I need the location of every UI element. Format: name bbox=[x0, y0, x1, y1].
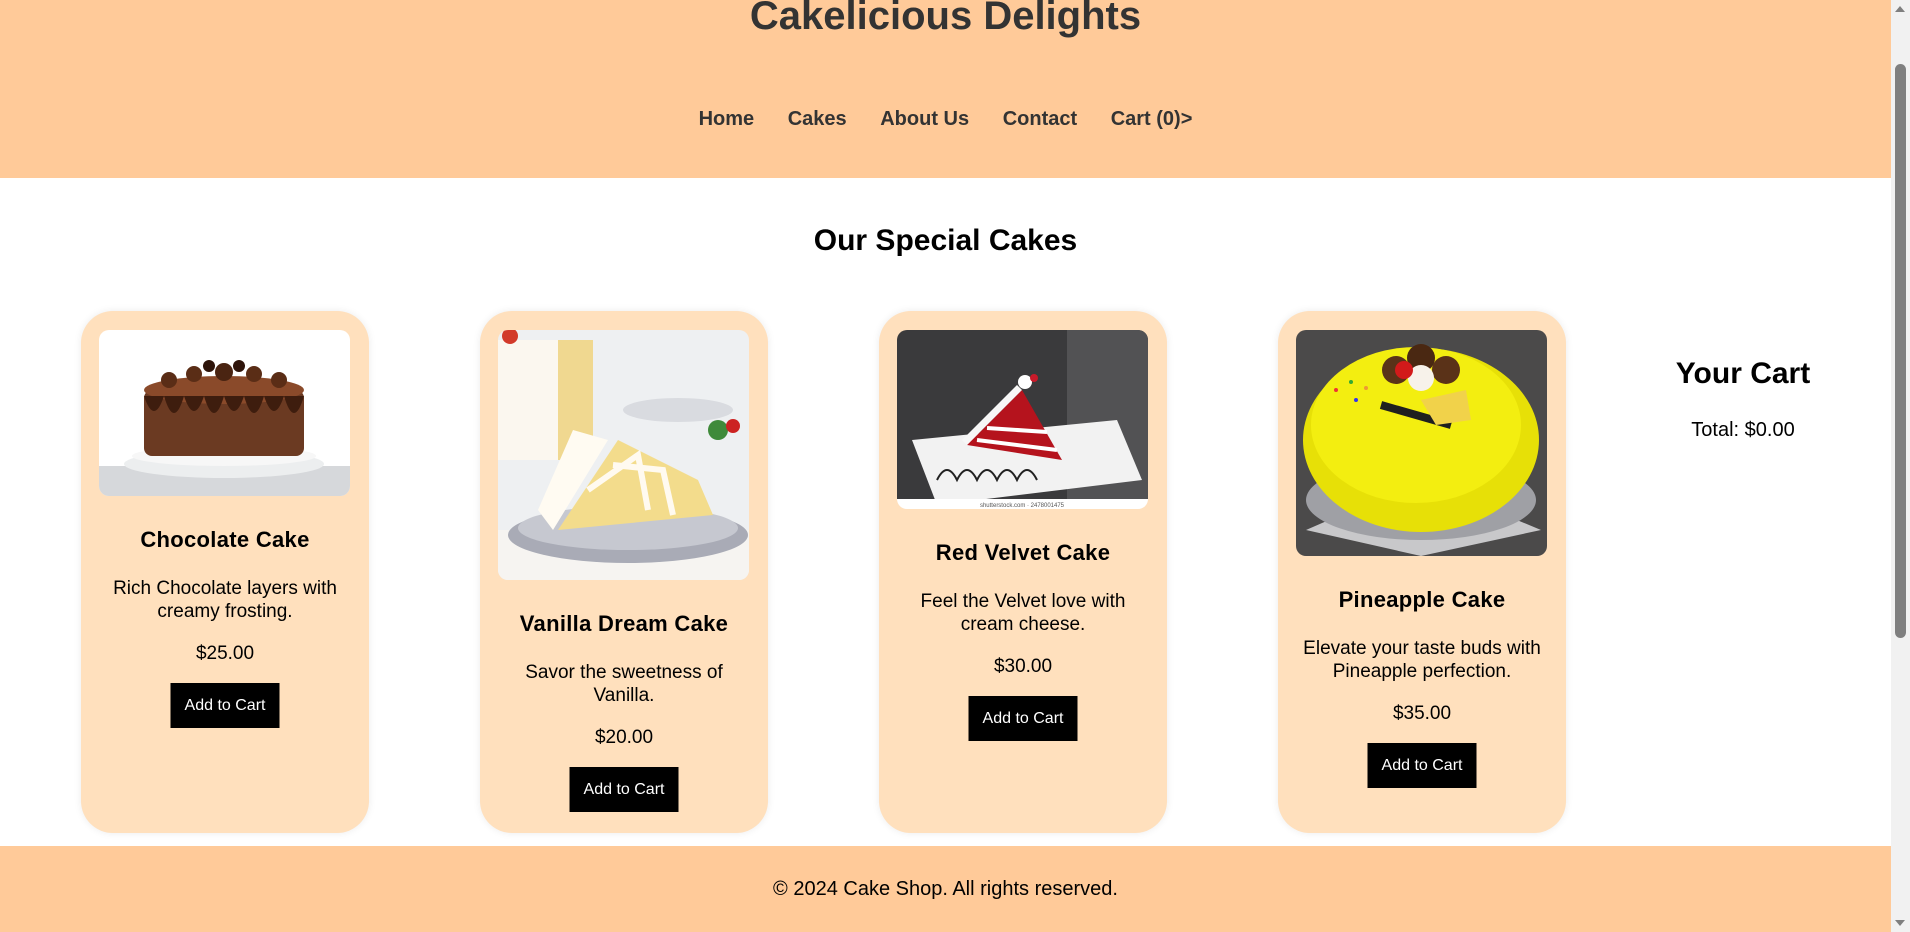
nav-home[interactable]: Home bbox=[699, 108, 755, 130]
site-header: Cakelicious Delights Home Cakes About Us… bbox=[0, 0, 1891, 178]
add-to-cart-button[interactable]: Add to Cart bbox=[1367, 743, 1477, 788]
vanilla-cake-image bbox=[498, 330, 749, 580]
cake-name: Chocolate Cake bbox=[140, 527, 310, 552]
chocolate-cake-image bbox=[99, 330, 350, 496]
add-to-cart-button[interactable]: Add to Cart bbox=[968, 696, 1078, 741]
cart-title: Your Cart bbox=[1675, 357, 1811, 390]
cake-price: $20.00 bbox=[594, 727, 654, 748]
nav-cakes[interactable]: Cakes bbox=[788, 108, 847, 130]
nav-cart[interactable]: Cart (0)> bbox=[1111, 108, 1193, 130]
cake-price: $30.00 bbox=[993, 656, 1053, 677]
cake-price: $25.00 bbox=[195, 643, 255, 664]
image-watermark-text: shutterstock.com · 2478001475 bbox=[980, 503, 1065, 509]
cake-price: $35.00 bbox=[1392, 703, 1452, 724]
pineapple-cake-image bbox=[1296, 330, 1547, 556]
nav-about-us[interactable]: About Us bbox=[880, 108, 969, 130]
cake-name: Red Velvet Cake bbox=[935, 540, 1111, 565]
cake-description: Rich Chocolate layers with creamy frosti… bbox=[113, 578, 337, 622]
cake-name: Pineapple Cake bbox=[1338, 587, 1506, 612]
cake-name: Vanilla Dream Cake bbox=[519, 611, 729, 636]
main-nav: Home Cakes About Us Contact Cart (0)> bbox=[0, 108, 1891, 131]
cake-description: Feel the Velvet love with cream cheese. bbox=[920, 591, 1126, 635]
cake-card-pineapple: Pineapple Cake Elevate your taste buds w… bbox=[1278, 311, 1566, 833]
cart-total: Total: $0.00 bbox=[1691, 419, 1795, 441]
cake-card-chocolate: Chocolate Cake Rich Chocolate layers wit… bbox=[81, 311, 369, 833]
cake-card-red-velvet: shutterstock.com · 2478001475 Red Velvet… bbox=[879, 311, 1167, 833]
scroll-thumb[interactable] bbox=[1895, 64, 1906, 638]
nav-contact[interactable]: Contact bbox=[1003, 108, 1077, 130]
section-title: Our Special Cakes bbox=[813, 224, 1078, 257]
cake-description: Savor the sweetness of Vanilla. bbox=[525, 662, 723, 706]
vertical-scrollbar[interactable] bbox=[1891, 0, 1910, 932]
add-to-cart-button[interactable]: Add to Cart bbox=[170, 683, 280, 728]
footer-copyright: © 2024 Cake Shop. All rights reserved. bbox=[773, 878, 1118, 900]
cake-card-vanilla: Vanilla Dream Cake Savor the sweetness o… bbox=[480, 311, 768, 833]
scroll-up-arrow-icon[interactable] bbox=[1895, 6, 1905, 12]
add-to-cart-button[interactable]: Add to Cart bbox=[569, 767, 679, 812]
site-footer: © 2024 Cake Shop. All rights reserved. bbox=[0, 846, 1891, 932]
cake-description: Elevate your taste buds with Pineapple p… bbox=[1303, 638, 1541, 682]
site-title: Cakelicious Delights bbox=[749, 0, 1142, 38]
red-velvet-cake-image: shutterstock.com · 2478001475 bbox=[897, 330, 1148, 509]
scroll-down-arrow-icon[interactable] bbox=[1895, 920, 1905, 926]
